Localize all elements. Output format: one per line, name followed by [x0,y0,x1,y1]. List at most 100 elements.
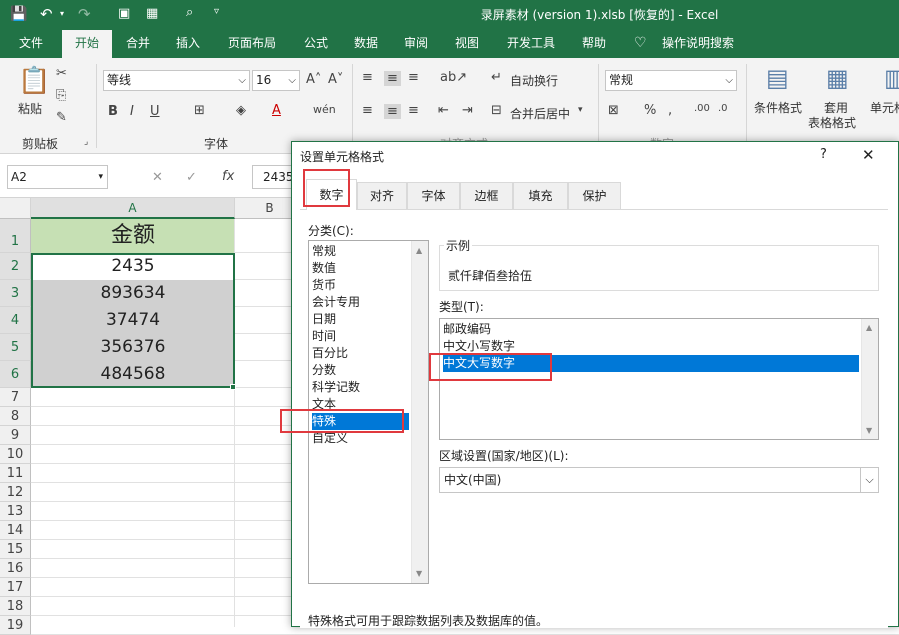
category-item[interactable]: 文本 [312,396,409,413]
category-item[interactable]: 分数 [312,362,409,379]
cut-icon[interactable]: ✂ [56,67,67,80]
increase-decimal-icon[interactable]: .00 [694,104,710,114]
tab-formulas[interactable]: 公式 [296,30,336,58]
category-item[interactable]: 自定义 [312,430,409,447]
merge-center-button[interactable]: 合并后居中 [510,105,570,122]
align-top-icon[interactable]: ≡ [362,71,373,84]
row-header[interactable]: 8 [0,407,31,426]
dialog-tab-number[interactable]: 数字 [306,179,357,210]
merge-icon[interactable]: ⊟ [491,104,502,117]
tab-page-layout[interactable]: 页面布局 [222,30,282,58]
decrease-decimal-icon[interactable]: .0 [718,104,728,114]
category-item[interactable]: 日期 [312,311,409,328]
borders-icon[interactable]: ⊞ [194,104,205,117]
close-button[interactable]: ✕ [862,146,875,164]
cell-styles-icon[interactable]: ▥ [884,66,899,90]
tab-review[interactable]: 审阅 [396,30,436,58]
number-format-select[interactable]: 常规 ⌵ [605,70,737,91]
dialog-tab-fill[interactable]: 填充 [513,182,568,209]
row-header[interactable]: 13 [0,502,31,521]
type-item[interactable]: 邮政编码 [443,321,859,338]
fill-handle[interactable] [230,384,236,390]
copy-icon[interactable]: ⎘ [56,89,66,102]
dialog-tab-font[interactable]: 字体 [407,182,460,209]
dialog-tab-border[interactable]: 边框 [460,182,513,209]
decrease-indent-icon[interactable]: ⇤ [438,104,449,117]
font-size-select[interactable]: 16 ⌵ [252,70,300,91]
comma-icon[interactable]: , [668,104,672,117]
insert-function-icon[interactable]: fx [222,170,234,183]
cell-value[interactable]: 484568 [31,361,235,388]
tab-merge[interactable]: 合并 [118,30,158,58]
cell-value[interactable]: 356376 [31,334,235,361]
format-table-label-2[interactable]: 表格格式 [808,114,856,131]
orientation-icon[interactable]: ab↗ [440,71,467,84]
category-item[interactable]: 常规 [312,243,409,260]
cell-styles-button[interactable]: 单元格 [870,99,899,116]
tab-help[interactable]: 帮助 [574,30,614,58]
scroll-down-icon[interactable]: ▼ [416,569,422,578]
cancel-icon[interactable]: ✕ [152,171,163,184]
type-list[interactable]: 邮政编码 中文小写数字 中文大写数字 ▲ ▼ [439,318,879,440]
row-header[interactable]: 14 [0,521,31,540]
row-header[interactable]: 15 [0,540,31,559]
row-header[interactable]: 2 [0,253,31,280]
cell-value[interactable]: 2435 [31,253,235,280]
dialog-launcher-icon[interactable]: ⌟ [84,138,88,147]
scroll-up-icon[interactable]: ▲ [416,246,422,255]
tab-file[interactable]: 文件 [8,30,54,58]
category-item[interactable]: 特殊 [312,413,409,430]
enter-icon[interactable]: ✓ [186,171,197,184]
wrap-text-icon[interactable]: ↵ [491,71,502,84]
row-header[interactable]: 6 [0,361,31,388]
fill-color-icon[interactable]: ◈ [236,104,246,117]
font-color-icon[interactable]: A [272,104,281,117]
tab-developer[interactable]: 开发工具 [499,30,563,58]
scroll-down-icon[interactable]: ▼ [866,426,872,435]
row-header[interactable]: 12 [0,483,31,502]
percent-icon[interactable]: % [644,104,656,117]
help-button[interactable]: ? [820,147,827,162]
row-header[interactable]: 4 [0,307,31,334]
italic-icon[interactable]: I [130,105,134,118]
dialog-tab-protection[interactable]: 保护 [568,182,621,209]
underline-icon[interactable]: U [150,105,160,118]
chevron-down-icon[interactable]: ▾ [578,106,583,115]
row-header[interactable]: 11 [0,464,31,483]
wrap-text-button[interactable]: 自动换行 [510,72,558,89]
category-item[interactable]: 货币 [312,277,409,294]
category-item[interactable]: 时间 [312,328,409,345]
paste-icon[interactable]: 📋 [18,68,50,94]
category-item[interactable]: 数值 [312,260,409,277]
row-header[interactable]: 16 [0,559,31,578]
increase-indent-icon[interactable]: ⇥ [462,104,473,117]
name-box[interactable]: A2 ▾ [7,165,108,189]
paste-label[interactable]: 粘贴 [18,100,42,117]
tab-view[interactable]: 视图 [447,30,487,58]
conditional-format-button[interactable]: 条件格式 [754,99,802,116]
type-item[interactable]: 中文小写数字 [443,338,859,355]
align-bottom-icon[interactable]: ≡ [408,71,419,84]
column-header-a[interactable]: A [31,198,235,219]
category-list[interactable]: 常规 数值 货币 会计专用 日期 时间 百分比 分数 科学记数 文本 特殊 自定义 ▲ ▼ [308,240,429,584]
dialog-tab-alignment[interactable]: 对齐 [357,182,407,209]
align-right-icon[interactable]: ≡ [408,104,419,117]
select-all-corner[interactable] [0,198,31,219]
category-item[interactable]: 会计专用 [312,294,409,311]
row-header[interactable]: 19 [0,616,31,635]
row-header[interactable]: 1 [0,219,31,253]
row-header[interactable]: 18 [0,597,31,616]
bold-icon[interactable]: B [108,105,118,118]
row-header[interactable]: 17 [0,578,31,597]
conditional-format-icon[interactable]: ▤ [766,66,789,90]
format-as-table-icon[interactable]: ▦ [826,66,849,90]
row-header[interactable]: 10 [0,445,31,464]
row-header[interactable]: 7 [0,388,31,407]
cell-value[interactable]: 37474 [31,307,235,334]
row-header[interactable]: 3 [0,280,31,307]
tab-home[interactable]: 开始 [62,30,112,58]
cell-value[interactable]: 893634 [31,280,235,307]
tell-me-search[interactable]: 操作说明搜索 [656,30,740,58]
align-left-icon[interactable]: ≡ [362,104,373,117]
align-center-icon[interactable]: ≡ [384,104,401,119]
